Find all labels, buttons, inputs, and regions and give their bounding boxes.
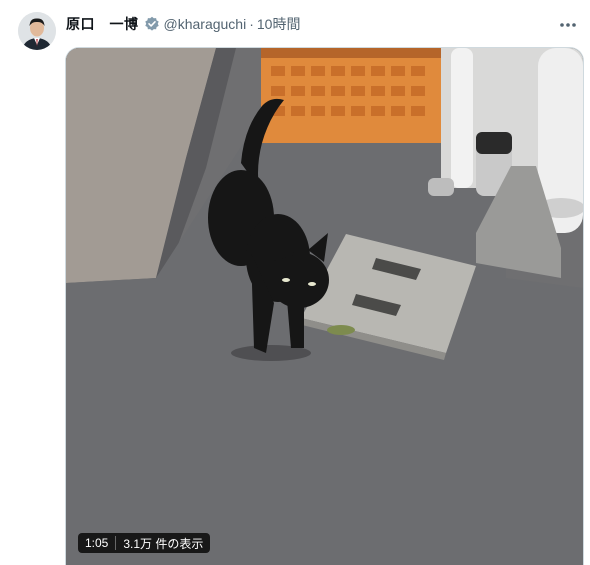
header-separator: · [249, 16, 254, 32]
video-frame [66, 48, 583, 565]
verified-badge-icon [144, 16, 160, 32]
more-options-button[interactable] [556, 12, 580, 36]
author-name[interactable]: 原口 一博 [66, 14, 139, 34]
more-horizontal-icon [559, 15, 577, 33]
author-handle[interactable]: @kharaguchi [164, 16, 247, 32]
tweet-header: 原口 一博 @kharaguchi · 10時間 [66, 14, 578, 34]
video-views: 3.1万 件の表示 [123, 536, 204, 551]
video-duration: 1:05 [78, 536, 117, 550]
orange-crate [261, 48, 441, 143]
tweet-timestamp[interactable]: 10時間 [257, 14, 301, 34]
author-avatar[interactable] [18, 12, 56, 50]
tweet-video[interactable]: 1:05 3.1万 件の表示 [65, 47, 584, 565]
video-info-overlay: 1:05 3.1万 件の表示 [78, 533, 211, 553]
